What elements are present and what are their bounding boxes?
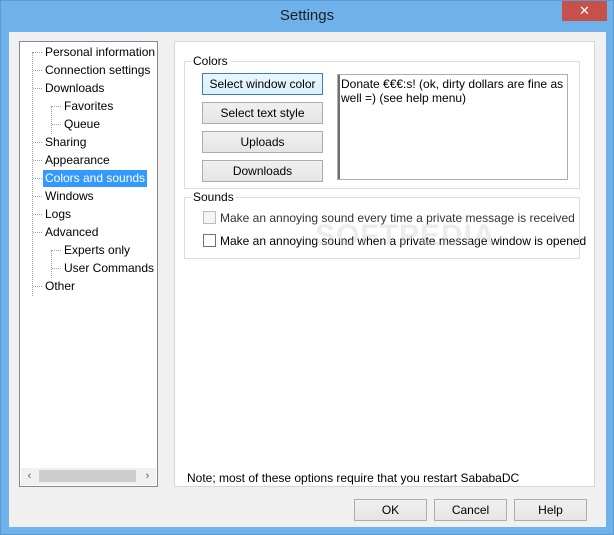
watermark-logo: SOFTPEDIA <box>315 219 496 252</box>
sounds-group-title: Sounds <box>191 190 236 204</box>
settings-window: Settings ✕ Personal information Connecti… <box>0 0 614 535</box>
title-bar[interactable]: Settings ✕ <box>1 1 613 32</box>
downloads-color-button[interactable]: Downloads <box>202 160 323 182</box>
tree-item-sharing[interactable]: Sharing <box>43 134 88 151</box>
tree-connector <box>51 250 52 278</box>
sound-on-private-window-checkbox[interactable] <box>203 234 216 247</box>
tree-item-connection-settings[interactable]: Connection settings <box>43 62 152 79</box>
tree-item-logs[interactable]: Logs <box>43 206 73 223</box>
settings-tree[interactable]: Personal information Connection settings… <box>19 41 158 487</box>
tree-item-personal-information[interactable]: Personal information <box>43 44 157 61</box>
scroll-left-icon[interactable]: ‹ <box>21 468 38 485</box>
tree-item-other[interactable]: Other <box>43 278 77 295</box>
dialog-body: Personal information Connection settings… <box>9 32 606 527</box>
tree-item-queue[interactable]: Queue <box>62 116 102 133</box>
restart-note: Note; most of these options require that… <box>187 471 520 485</box>
close-icon: ✕ <box>579 3 590 18</box>
colors-group: Colors Select window color Select text s… <box>184 54 580 189</box>
window-title: Settings <box>279 7 335 24</box>
tree-item-user-commands[interactable]: User Commands <box>62 260 156 277</box>
tree-item-colors-and-sounds[interactable]: Colors and sounds <box>43 170 148 187</box>
settings-panel: Colors Select window color Select text s… <box>174 41 595 487</box>
tree-item-advanced[interactable]: Advanced <box>43 224 100 241</box>
color-preview-text[interactable]: Donate €€€:s! (ok, dirty dollars are fin… <box>337 74 568 180</box>
ok-button[interactable]: OK <box>354 499 427 521</box>
tree-item-experts-only[interactable]: Experts only <box>62 242 132 259</box>
scroll-thumb[interactable] <box>39 470 136 482</box>
tree-connector <box>51 106 52 134</box>
help-button[interactable]: Help <box>514 499 587 521</box>
sound-on-private-message-checkbox[interactable] <box>203 211 216 224</box>
tree-item-favorites[interactable]: Favorites <box>62 98 115 115</box>
cancel-button[interactable]: Cancel <box>434 499 507 521</box>
colors-group-title: Colors <box>191 54 230 68</box>
select-text-style-button[interactable]: Select text style <box>202 102 323 124</box>
horizontal-scrollbar[interactable]: ‹ › <box>21 468 156 485</box>
select-window-color-button[interactable]: Select window color <box>202 73 323 95</box>
tree-item-windows[interactable]: Windows <box>43 188 96 205</box>
scroll-right-icon[interactable]: › <box>139 468 156 485</box>
uploads-color-button[interactable]: Uploads <box>202 131 323 153</box>
close-button[interactable]: ✕ <box>562 1 607 21</box>
tree-item-appearance[interactable]: Appearance <box>43 152 112 169</box>
tree-item-downloads[interactable]: Downloads <box>43 80 106 97</box>
